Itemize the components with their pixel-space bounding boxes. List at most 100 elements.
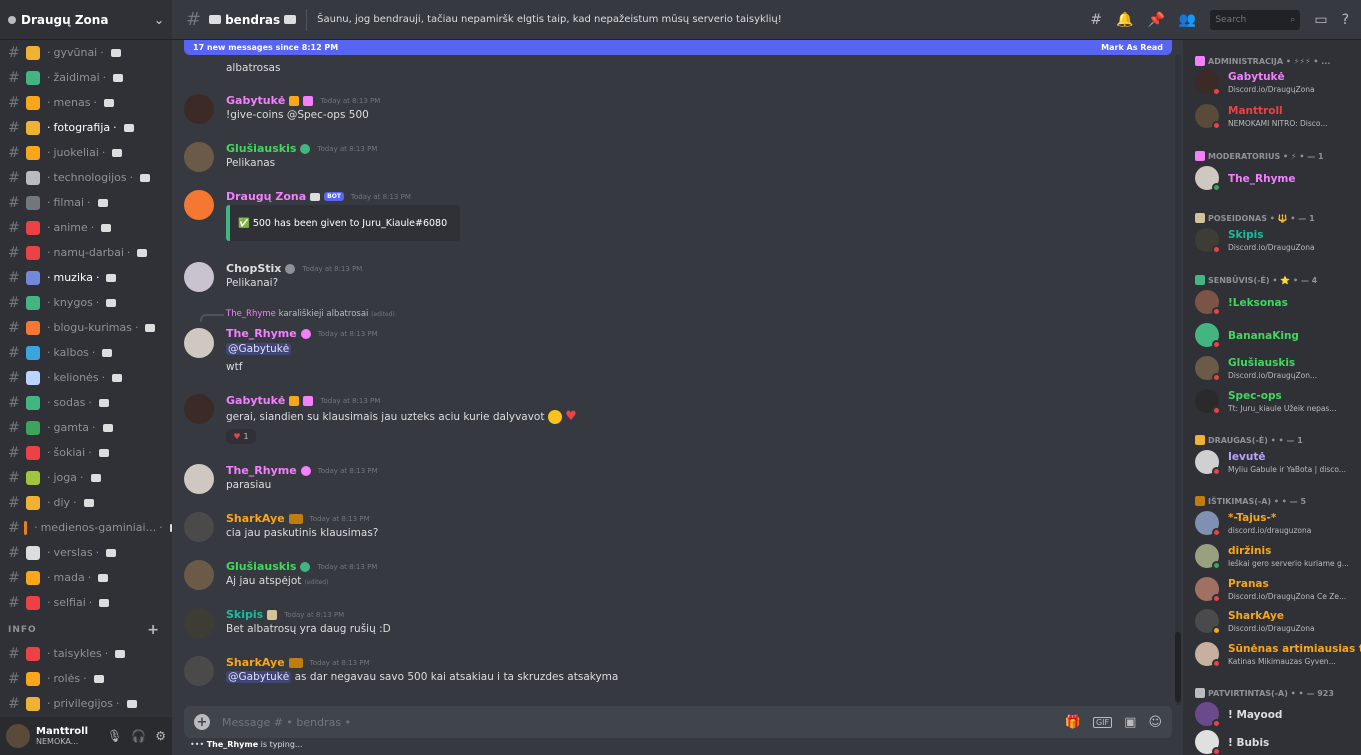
channel-item[interactable]: # · juokeliai · [0,140,172,165]
channel-item[interactable]: # · gamta · [0,415,172,440]
server-header[interactable]: Draugų Zona ⌄ [0,0,172,40]
separator: · [47,71,51,84]
message-composer[interactable]: + Message # • bendras • 🎁 GIF ▣ ☺ [184,706,1172,738]
channel-item[interactable]: # · namų-darbai · [0,240,172,265]
author-name[interactable]: SharkAye [226,512,285,525]
avatar[interactable] [184,560,214,590]
channel-item[interactable]: # · mada · [0,565,172,590]
avatar[interactable] [184,608,214,638]
inbox-icon[interactable]: ▭ [1314,12,1327,28]
reply-preview[interactable]: The_Rhyme karališkieji albatrosai (edite… [226,309,395,319]
member-item[interactable]: Pranas Discord.io/DraugųZona Ce Ze... [1195,575,1357,605]
avatar[interactable] [184,512,214,542]
member-item[interactable]: Glušiauskis Discord.io/DraugųZon... [1195,354,1357,384]
channel-item[interactable]: # · gyvūnai · [0,40,172,65]
chevron-down-icon[interactable]: ⌄ [154,13,164,27]
user-mention[interactable]: @Gabytukė [226,343,292,355]
avatar[interactable] [184,656,214,686]
member-item[interactable]: !Leksonas [1195,288,1357,318]
member-item[interactable]: Ievutė Myliu Gabule ir YaBota | disco... [1195,448,1357,478]
channel-item[interactable]: # · šokiai · [0,440,172,465]
channel-item[interactable]: # · fotografija · [0,115,172,140]
channel-item[interactable]: # · knygos · [0,290,172,315]
channel-item[interactable]: # · žaidimai · [0,65,172,90]
author-name[interactable]: Skipis [226,608,263,621]
author-name[interactable]: Glušiauskis [226,560,296,573]
headphones-icon[interactable]: 🎧 [131,729,146,743]
avatar[interactable] [184,142,214,172]
member-item[interactable]: ! Mayood [1195,700,1357,730]
author-name[interactable]: ChopStix [226,262,281,275]
channel-item[interactable]: # · joga · [0,465,172,490]
avatar[interactable] [184,464,214,494]
author-name[interactable]: Draugų Zona [226,190,306,203]
member-item[interactable]: Gabytukė Discord.io/DraugųZona [1195,68,1357,98]
settings-gear-icon[interactable]: ⚙ [155,729,166,743]
help-icon[interactable]: ? [1342,12,1349,28]
add-channel-icon[interactable]: + [147,622,160,638]
member-item[interactable]: The_Rhyme [1195,164,1357,194]
author-name[interactable]: SharkAye [226,656,285,669]
channel-topic[interactable]: Šaunu, jog bendrauji, tačiau nepamiršk e… [317,14,782,25]
gift-icon[interactable]: 🎁 [1065,715,1081,730]
channel-item[interactable]: # · diy · [0,490,172,515]
emoji-icon[interactable]: ☺ [1148,715,1162,730]
channel-label: kelionės [53,371,99,384]
channel-item[interactable]: # · taisykles · [0,641,172,666]
channel-item[interactable]: # · kelionės · [0,365,172,390]
search-input[interactable]: Search ⌕ [1210,9,1301,30]
speech-bubble-icon [137,248,148,257]
channel-item[interactable]: # · muzika · [0,265,172,290]
scrollbar-thumb[interactable] [1175,632,1181,702]
avatar[interactable] [184,394,214,424]
author-name[interactable]: Gabytukė [226,94,285,107]
channel-item[interactable]: # · kalbos · [0,340,172,365]
author-name[interactable]: Glušiauskis [226,142,296,155]
member-item[interactable]: SharkAye Discord.io/DrauguZona [1195,607,1357,637]
member-item[interactable]: Sūnėnas artimiausias t... Katinas Mikimau… [1195,640,1361,670]
separator: · [47,296,51,309]
channel-item[interactable]: # · sodas · [0,390,172,415]
author-name[interactable]: Gabytukė [226,394,285,407]
message-input[interactable]: Message # • bendras • [222,716,351,729]
channel-item[interactable]: # · technologijos · [0,165,172,190]
channel-item[interactable]: # · rolės · [0,666,172,691]
avatar[interactable] [184,94,214,124]
avatar[interactable] [184,328,214,358]
channel-item[interactable]: # · filmai · [0,190,172,215]
members-icon[interactable]: 👥 [1179,12,1196,28]
sticker-icon[interactable]: ▣ [1124,715,1136,730]
member-item[interactable]: diržinis Ieškai gero serverio kuriame g..… [1195,542,1357,572]
avatar[interactable] [184,190,214,220]
mark-as-read-button[interactable]: Mark As Read [1101,43,1163,52]
gif-icon[interactable]: GIF [1092,716,1113,728]
channel-item[interactable]: # · selfiai · [0,590,172,615]
member-item[interactable]: Manttroll NEMOKAMI NITRO: Disco... [1195,102,1357,132]
category-info-label: INFO [8,625,37,635]
scrollbar-track[interactable] [1175,55,1181,705]
attach-plus-icon[interactable]: + [194,714,210,730]
channel-item[interactable]: # · verslas · [0,540,172,565]
member-item[interactable]: ! Bubis [1195,728,1357,755]
reaction-heart[interactable]: ♥ 1 [226,429,256,444]
author-name[interactable]: The_Rhyme [226,327,297,340]
channel-item[interactable]: # · menas · [0,90,172,115]
bell-icon[interactable]: 🔔 [1116,12,1133,28]
author-name[interactable]: The_Rhyme [226,464,297,477]
avatar[interactable] [6,724,30,748]
member-item[interactable]: *-Tajus-* discord.io/drauguzona [1195,509,1357,539]
member-item[interactable]: Skipis Discord.io/DrauguZona [1195,226,1357,256]
channel-item[interactable]: # · privilegijos · [0,691,172,716]
channel-item[interactable]: # · blogu-kurimas · [0,315,172,340]
threads-icon[interactable]: # [1090,12,1102,28]
member-item[interactable]: BananaKing [1195,321,1357,351]
avatar[interactable] [184,262,214,292]
category-info[interactable]: INFO + [0,619,172,641]
channel-item[interactable]: # · medienos-gaminiai... · [0,515,172,540]
microphone-icon[interactable]: 🎙 [107,729,122,743]
user-mention[interactable]: @Gabytukė [226,671,292,683]
pin-icon[interactable]: 📌 [1147,12,1164,28]
new-messages-banner[interactable]: 17 new messages since 8:12 PM Mark As Re… [184,40,1172,55]
channel-item[interactable]: # · anime · [0,215,172,240]
member-item[interactable]: Spec-ops Tt: Juru_kiaule Užeik nepas... [1195,387,1357,417]
